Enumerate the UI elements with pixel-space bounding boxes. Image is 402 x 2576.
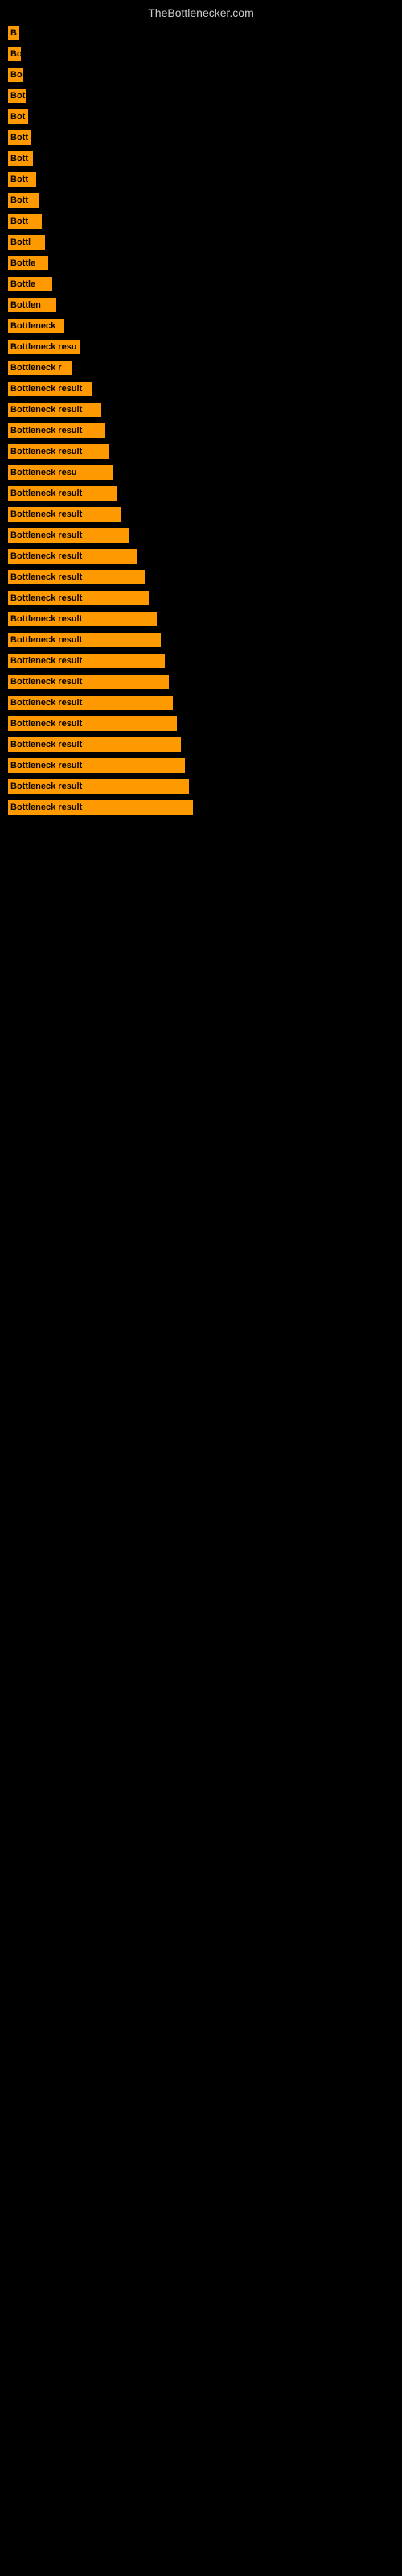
bar-label: Bottleneck resu xyxy=(8,465,113,480)
bar-row: Bottleneck result xyxy=(8,609,394,630)
bar-row: Bottleneck result xyxy=(8,776,394,797)
bar-row: Bottl xyxy=(8,232,394,253)
bar-row: Bottleneck result xyxy=(8,650,394,671)
bar-row: Bottleneck result xyxy=(8,671,394,692)
bar-row: Bottlen xyxy=(8,295,394,316)
bar-row: Bottleneck result xyxy=(8,483,394,504)
bar-row: Bo xyxy=(8,64,394,85)
bar-label: Bott xyxy=(8,193,39,208)
chart-area: B Bo Bo Bot Bot Bott Bott Bott Bott Bott Bottl Bott… xyxy=(0,23,402,818)
bar-row: B xyxy=(8,23,394,43)
bar-label: Bottleneck result xyxy=(8,696,173,710)
bar-label: Bottleneck result xyxy=(8,528,129,543)
bar-label: B xyxy=(8,26,19,40)
bar-label: Bottleneck result xyxy=(8,716,177,731)
bar-row: Bott xyxy=(8,127,394,148)
bar-row: Bott xyxy=(8,211,394,232)
bar-label: Bot xyxy=(8,109,28,124)
bar-label: Bottleneck result xyxy=(8,402,100,417)
bar-label: Bott xyxy=(8,130,31,145)
bar-row: Bo xyxy=(8,43,394,64)
bar-label: Bottleneck result xyxy=(8,779,189,794)
bar-label: Bottleneck result xyxy=(8,591,149,605)
bar-label: Bottleneck result xyxy=(8,382,92,396)
bar-row: Bottleneck result xyxy=(8,630,394,650)
bar-label: Bottl xyxy=(8,235,45,250)
bar-label: Bottleneck result xyxy=(8,423,105,438)
bar-row: Bottleneck resu xyxy=(8,462,394,483)
bar-row: Bot xyxy=(8,85,394,106)
bar-label: Bottleneck result xyxy=(8,633,161,647)
bar-label: Bo xyxy=(8,68,23,82)
bar-row: Bottleneck result xyxy=(8,546,394,567)
bar-label: Bottleneck result xyxy=(8,549,137,564)
bar-row: Bottleneck result xyxy=(8,797,394,818)
bar-row: Bottleneck result xyxy=(8,378,394,399)
bar-row: Bottleneck result xyxy=(8,525,394,546)
bar-row: Bottleneck xyxy=(8,316,394,336)
bar-row: Bottleneck result xyxy=(8,441,394,462)
bar-row: Bottle xyxy=(8,274,394,295)
bar-row: Bott xyxy=(8,190,394,211)
bar-label: Bott xyxy=(8,214,42,229)
bar-row: Bottleneck result xyxy=(8,692,394,713)
bar-row: Bottleneck result xyxy=(8,734,394,755)
bar-label: Bottle xyxy=(8,256,48,270)
bar-row: Bottleneck result xyxy=(8,567,394,588)
bar-row: Bottleneck result xyxy=(8,504,394,525)
bar-label: Bottleneck result xyxy=(8,570,145,584)
bar-row: Bott xyxy=(8,148,394,169)
bar-label: Bottleneck result xyxy=(8,800,193,815)
bar-row: Bottleneck result xyxy=(8,588,394,609)
bar-row: Bottleneck resu xyxy=(8,336,394,357)
bar-row: Bott xyxy=(8,169,394,190)
bar-row: Bottleneck r xyxy=(8,357,394,378)
bar-row: Bottleneck result xyxy=(8,420,394,441)
bar-row: Bot xyxy=(8,106,394,127)
bar-label: Bott xyxy=(8,172,36,187)
bar-label: Bott xyxy=(8,151,33,166)
bar-label: Bottle xyxy=(8,277,52,291)
bar-label: Bottleneck result xyxy=(8,758,185,773)
bar-label: Bottleneck result xyxy=(8,675,169,689)
bar-row: Bottleneck result xyxy=(8,755,394,776)
bar-label: Bottleneck resu xyxy=(8,340,80,354)
site-title: TheBottlenecker.com xyxy=(0,0,402,23)
bar-label: Bottlen xyxy=(8,298,56,312)
bar-label: Bottleneck result xyxy=(8,654,165,668)
bar-label: Bottleneck r xyxy=(8,361,72,375)
bar-label: Bottleneck result xyxy=(8,444,109,459)
bar-label: Bot xyxy=(8,89,26,103)
bar-label: Bottleneck xyxy=(8,319,64,333)
bar-row: Bottleneck result xyxy=(8,399,394,420)
bar-label: Bottleneck result xyxy=(8,737,181,752)
bar-row: Bottleneck result xyxy=(8,713,394,734)
bar-label: Bottleneck result xyxy=(8,486,117,501)
bar-label: Bottleneck result xyxy=(8,612,157,626)
bar-label: Bottleneck result xyxy=(8,507,121,522)
bar-row: Bottle xyxy=(8,253,394,274)
bar-label: Bo xyxy=(8,47,21,61)
